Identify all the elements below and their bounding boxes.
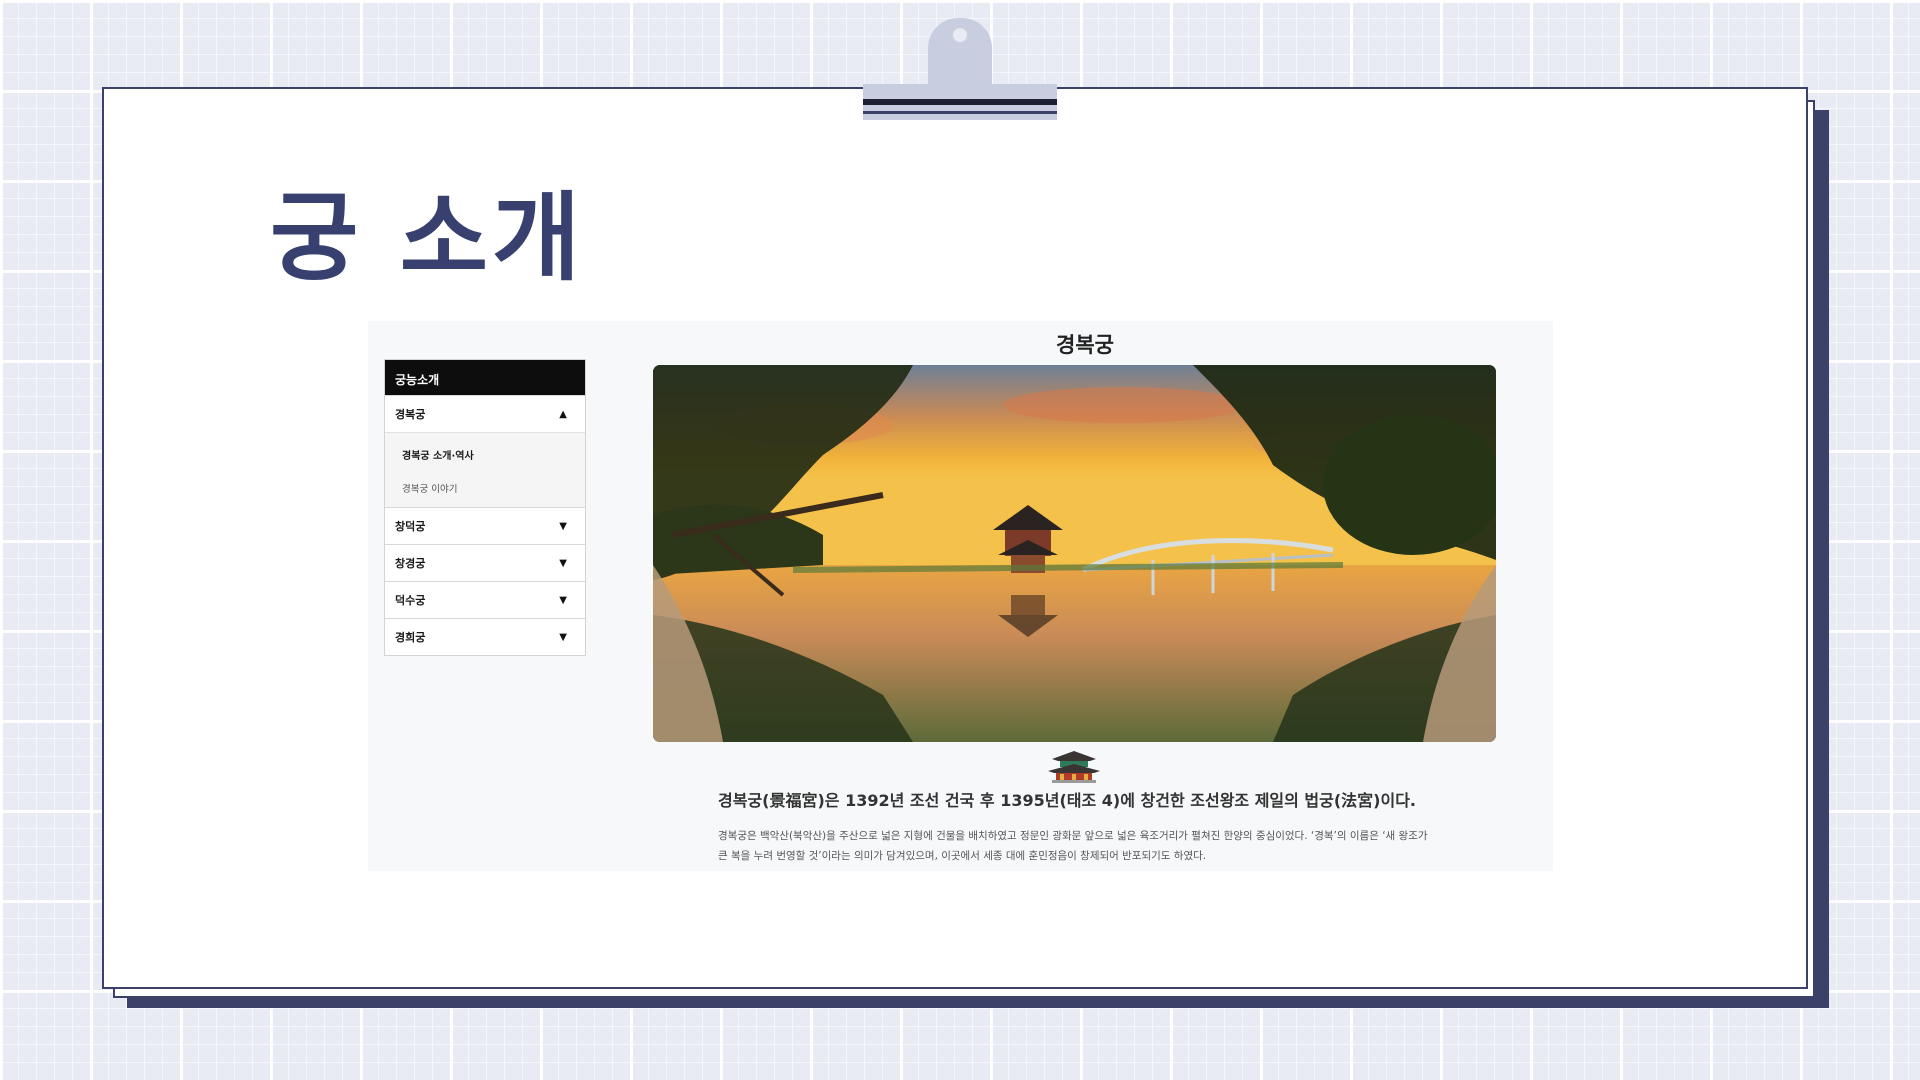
sidebar-item-gyeongbokgung[interactable]: 경복궁 ▲: [385, 395, 585, 432]
sidebar-item-deoksugung[interactable]: 덕수궁 ▼: [385, 581, 585, 618]
submenu-item-intro-history[interactable]: 경복궁 소개·역사: [402, 447, 575, 462]
chevron-down-icon: ▼: [559, 557, 567, 569]
sidebar-item-changgyeonggung[interactable]: 창경궁 ▼: [385, 544, 585, 581]
sidebar-item-gyeonghuigung[interactable]: 경희궁 ▼: [385, 618, 585, 655]
chevron-down-icon: ▼: [559, 594, 567, 606]
submenu-item-story[interactable]: 경복궁 이야기: [402, 481, 575, 495]
content-description: 경복궁은 백악산(북악산)을 주산으로 넓은 지형에 건물을 배치하였고 정문인…: [718, 830, 1428, 862]
chevron-up-icon: ▲: [559, 408, 567, 420]
sidebar-item-label: 경복궁: [395, 408, 426, 421]
paper-clip-icon: [863, 18, 1057, 120]
palace-pavilion-photo: [653, 365, 1496, 742]
content-headline: 경복궁(景福宮)은 1392년 조선 건국 후 1395년(태조 4)에 창건한…: [718, 791, 1417, 810]
web-panel: 궁능소개 경복궁 ▲ 경복궁 소개·역사 경복궁 이야기 창덕궁 ▼ 창경궁 ▼…: [368, 321, 1553, 871]
sidebar-header: 궁능소개: [385, 360, 585, 395]
chevron-down-icon: ▼: [559, 520, 567, 532]
sidebar-item-label: 경희궁: [395, 631, 426, 644]
sidebar-submenu: 경복궁 소개·역사 경복궁 이야기: [385, 432, 585, 507]
chevron-down-icon: ▼: [559, 631, 567, 643]
sidebar-item-label: 창덕궁: [395, 520, 426, 533]
palace-icon: [1046, 749, 1102, 785]
sidebar-item-label: 덕수궁: [395, 594, 426, 607]
slide-title: 궁 소개: [270, 182, 585, 294]
sidebar-menu: 궁능소개 경복궁 ▲ 경복궁 소개·역사 경복궁 이야기 창덕궁 ▼ 창경궁 ▼…: [384, 359, 586, 656]
sidebar-item-changdeokgung[interactable]: 창덕궁 ▼: [385, 507, 585, 544]
sidebar-item-label: 창경궁: [395, 557, 426, 570]
content-title: 경복궁: [1056, 333, 1114, 357]
